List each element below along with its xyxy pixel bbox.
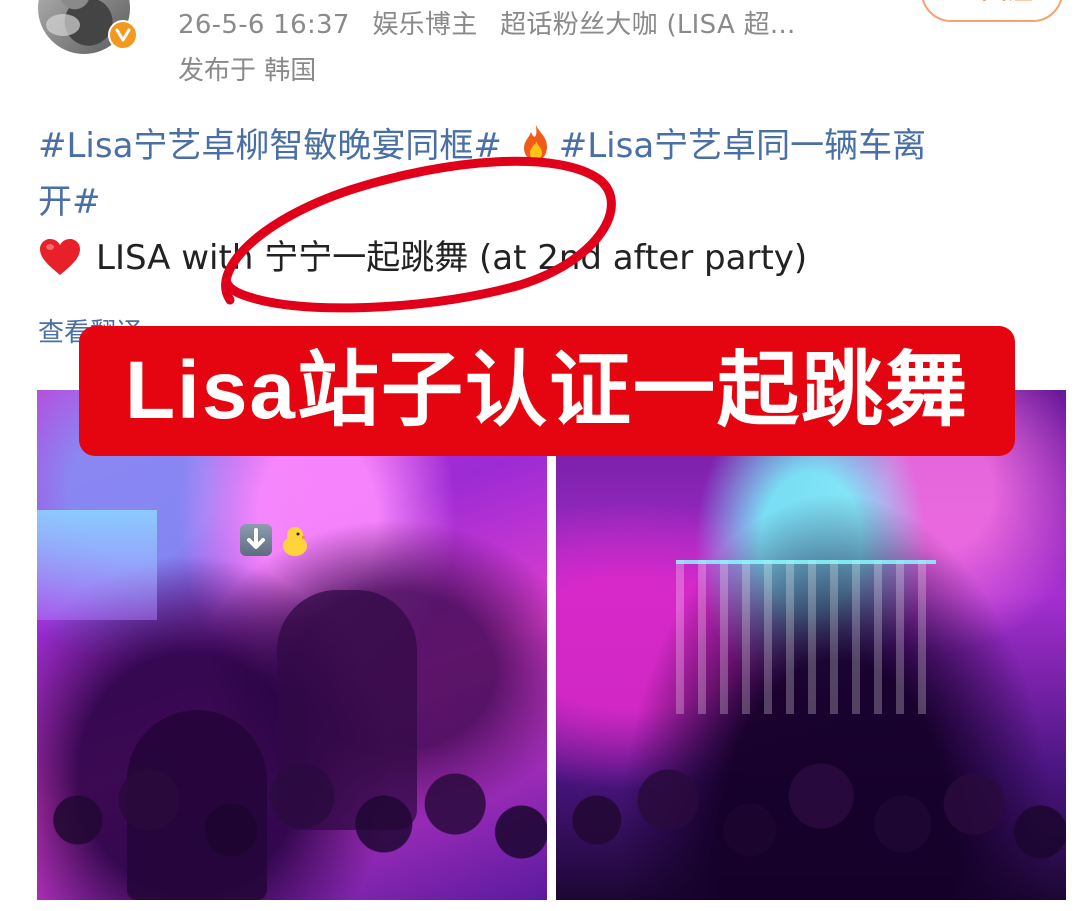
verified-badge-icon (108, 20, 138, 50)
hashtag-link[interactable]: #Lisa宁艺卓柳智敏晚宴同框# (38, 126, 502, 166)
chick-icon (278, 524, 312, 558)
hashtag-link-continued[interactable]: 开# (38, 182, 101, 222)
post-body: #Lisa宁艺卓柳智敏晚宴同框# #Lisa宁艺卓同一辆车离 开# LISA w… (38, 118, 1058, 286)
crowd (37, 700, 547, 900)
post-image-right[interactable] (556, 390, 1066, 900)
follow-button[interactable]: + 关注 (921, 0, 1063, 22)
hashtag-link[interactable]: #Lisa宁艺卓同一辆车离 (559, 126, 926, 166)
author-role: 娱乐博主 (372, 10, 478, 40)
crowd (556, 700, 1066, 900)
headline-banner: Lisa站子认证一起跳舞 (79, 326, 1015, 456)
stage (676, 560, 936, 714)
author-fan-badge[interactable]: 超话粉丝大咖 (LISA 超... (500, 10, 796, 40)
down-arrow-icon (240, 524, 272, 556)
post-meta: 26-5-6 16:37 娱乐博主 超话粉丝大咖 (LISA 超... (178, 4, 796, 41)
heart-icon (38, 237, 82, 277)
post-image-left[interactable] (37, 390, 547, 900)
stage-light (37, 510, 157, 620)
fire-icon (517, 123, 555, 163)
post-location: 发布于 韩国 (178, 56, 317, 86)
emoji-row (240, 524, 312, 558)
post-line-text: LISA with 宁宁一起跳舞 (at 2nd after party) (96, 238, 808, 278)
post-date: 26-5-6 16:37 (178, 10, 350, 40)
